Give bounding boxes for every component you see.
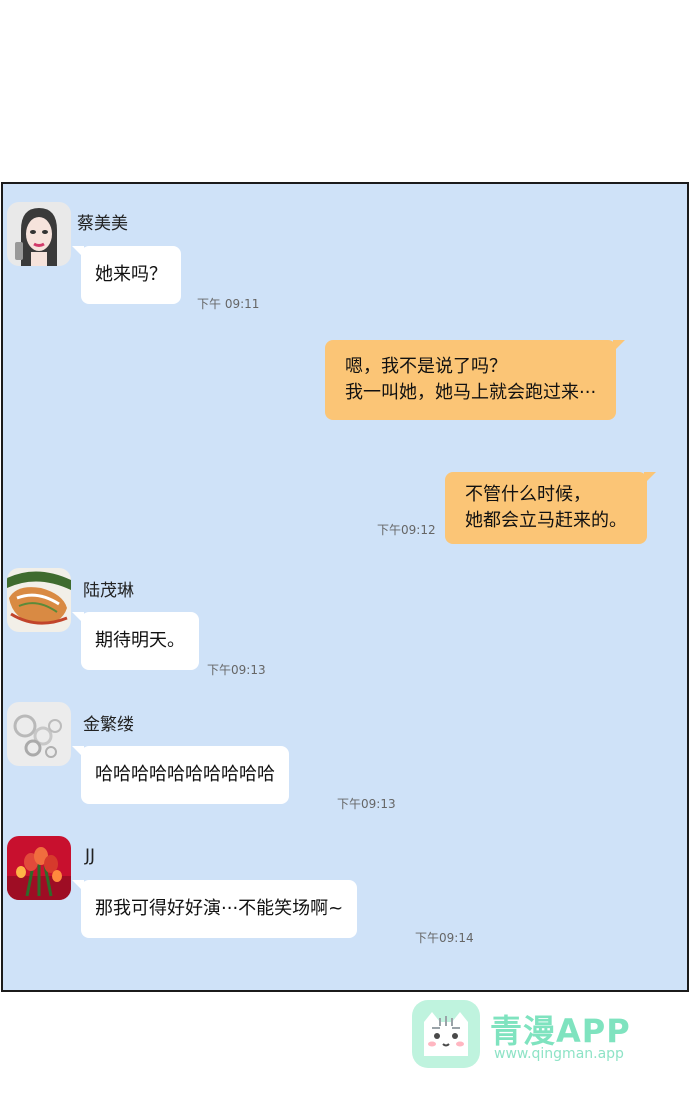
woman-avatar-icon[interactable]: [7, 202, 71, 266]
cat-logo-icon: [410, 998, 482, 1074]
message-text: 她来吗？: [95, 264, 167, 285]
message-text: 我一叫她，她马上就会跑过来···: [345, 382, 597, 403]
message-bubble[interactable]: 不管什么时候， 她都会立马赶来的。: [445, 472, 656, 544]
chat-panel: 蔡美美 她来吗？ 下午 09:11 嗯，我不是说了吗？ 我一叫她，她马上就会跑过…: [1, 182, 689, 992]
message-bubble[interactable]: 那我可得好好演···不能笑场啊~: [71, 880, 358, 938]
sender-name: 金繁缕: [83, 715, 134, 735]
sender-name: 蔡美美: [77, 214, 128, 234]
message-bubble[interactable]: 期待明天。: [72, 612, 199, 670]
message-text: 她都会立马赶来的。: [465, 510, 627, 531]
message-bubble[interactable]: 她来吗？: [72, 246, 181, 304]
message-bubble[interactable]: 哈哈哈哈哈哈哈哈哈哈: [72, 746, 289, 804]
flowers-avatar-icon[interactable]: [7, 836, 71, 900]
message-text: 不管什么时候，: [465, 484, 591, 505]
watermark-url: www.qingman.app: [494, 1046, 624, 1062]
rings-avatar-icon[interactable]: [7, 702, 71, 766]
message-text: 那我可得好好演···不能笑场啊~: [95, 898, 344, 919]
message-timestamp: 下午09:13: [207, 663, 266, 677]
message-text: 嗯，我不是说了吗？: [345, 356, 507, 377]
sender-name: JJ: [85, 846, 96, 866]
message-bubble[interactable]: 嗯，我不是说了吗？ 我一叫她，她马上就会跑过来···: [325, 340, 626, 420]
message-timestamp: 下午09:12: [377, 523, 436, 537]
message-timestamp: 下午 09:11: [197, 297, 260, 311]
message-timestamp: 下午09:13: [337, 797, 396, 811]
message-text: 期待明天。: [95, 630, 185, 651]
watermark: 青漫APP www.qingman.app: [410, 998, 670, 1072]
message-text: 哈哈哈哈哈哈哈哈哈哈: [95, 764, 275, 785]
food-avatar-icon[interactable]: [7, 568, 71, 632]
sender-name: 陆茂琳: [83, 581, 134, 601]
message-timestamp: 下午09:14: [415, 931, 474, 945]
